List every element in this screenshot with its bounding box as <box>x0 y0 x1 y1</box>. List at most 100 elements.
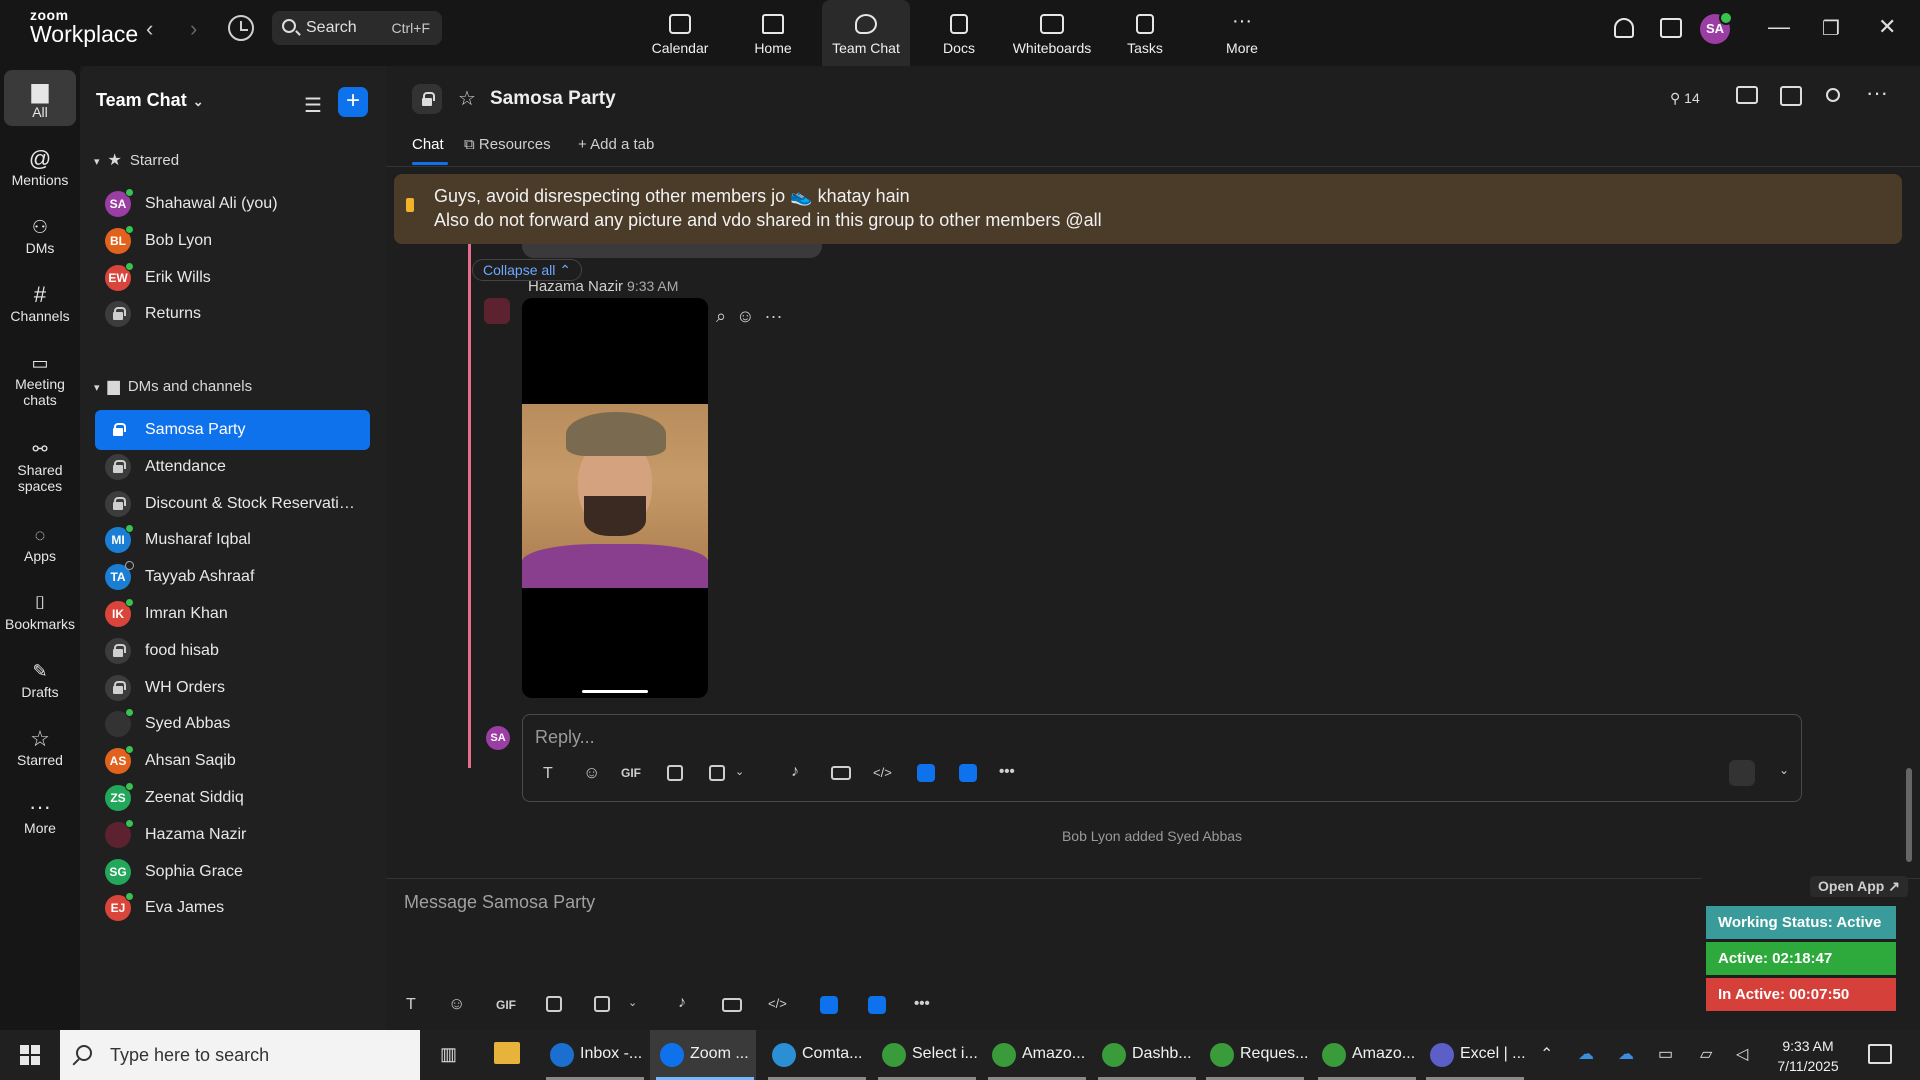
more-icon[interactable]: ··· <box>765 306 783 326</box>
sidebar-item-syed-abbas[interactable]: Syed Abbas <box>95 704 370 744</box>
emoji-react-icon[interactable]: ☺ <box>736 306 754 326</box>
taskbar-app-3[interactable]: Select i... <box>872 1030 978 1080</box>
sidebar-item-imran-khan[interactable]: IK Imran Khan <box>95 594 370 634</box>
new-chat-button[interactable]: + <box>338 87 368 117</box>
screenshot-icon[interactable] <box>709 765 725 781</box>
taskbar-app-5[interactable]: Dashb... <box>1092 1030 1198 1080</box>
tab-resources[interactable]: ⧉ Resources <box>464 136 551 153</box>
microphone-icon[interactable]: ♪ <box>791 763 799 781</box>
sidebar-item-tayyab-ashraaf[interactable]: TA Tayyab Ashraaf <box>95 557 370 597</box>
rail-drafts[interactable]: ✎ Drafts <box>4 650 76 706</box>
chevron-up-icon[interactable]: ⌃ <box>1540 1044 1553 1064</box>
sidebar-item-bob-lyon[interactable]: BL Bob Lyon <box>95 221 370 261</box>
pinned-message-banner[interactable]: Guys, avoid disrespecting other members … <box>394 174 1902 244</box>
sidebar-item-eva-james[interactable]: EJ Eva James <box>95 888 370 928</box>
rail-meeting-chats[interactable]: ▭ Meeting chats <box>4 342 76 414</box>
search-icon[interactable] <box>1826 88 1840 102</box>
taskbar-app-0[interactable]: Inbox -... <box>540 1030 646 1080</box>
back-arrow-icon[interactable]: ‹ <box>146 16 153 42</box>
reply-box[interactable]: Reply... T ☺ GIF ⌄ ♪ </> ••• ⌄ <box>522 714 1802 802</box>
app-icon[interactable] <box>917 764 935 782</box>
taskbar-app-4[interactable]: Amazo... <box>982 1030 1088 1080</box>
gif-button[interactable]: GIF <box>496 998 516 1012</box>
code-icon[interactable]: </> <box>873 765 892 780</box>
nav-calendar[interactable]: Calendar <box>636 0 724 66</box>
previous-image-bottom[interactable] <box>522 244 822 258</box>
rail-apps[interactable]: ◌ Apps <box>4 514 76 570</box>
section-dms-and-channels[interactable]: ▾ ▆ DMs and channels <box>94 376 252 396</box>
message-input[interactable]: Message Samosa Party <box>404 892 595 913</box>
video-message-icon[interactable] <box>722 998 742 1012</box>
notification-icon[interactable] <box>1868 1044 1892 1064</box>
more-icon[interactable]: ··· <box>1866 80 1888 106</box>
nav-team-chat[interactable]: Team Chat <box>822 0 910 66</box>
microphone-icon[interactable]: ♪ <box>678 994 686 1012</box>
bell-icon[interactable] <box>1614 18 1634 38</box>
rail-more[interactable]: ··· More <box>4 786 76 842</box>
sidebar-item-food-hisab[interactable]: food hisab <box>95 631 370 671</box>
file-icon[interactable] <box>667 765 683 781</box>
nav-docs[interactable]: Docs <box>915 0 1003 66</box>
taskbar-search[interactable]: Type here to search <box>60 1030 420 1080</box>
rail-all[interactable]: ▆ All <box>4 70 76 126</box>
channel-title[interactable]: Samosa Party <box>490 88 616 110</box>
more-icon[interactable]: ••• <box>914 995 930 1012</box>
user-avatar[interactable]: SA <box>1700 11 1733 44</box>
video-icon[interactable] <box>1736 86 1758 104</box>
task-view-icon[interactable]: ▥ <box>440 1044 457 1065</box>
nav-whiteboards[interactable]: Whiteboards <box>1008 0 1096 66</box>
sidebar-item-musharaf-iqbal[interactable]: MI Musharaf Iqbal <box>95 520 370 560</box>
sidebar-item-discount-stock-reservatio[interactable]: Discount & Stock Reservatio... <box>95 484 370 524</box>
gif-button[interactable]: GIF <box>621 766 641 780</box>
tab-add[interactable]: + Add a tab <box>578 136 654 153</box>
sidebar-item-returns[interactable]: Returns <box>95 294 370 334</box>
chevron-down-icon[interactable]: ⌄ <box>1779 763 1789 777</box>
onedrive-2-icon[interactable]: ☁ <box>1618 1044 1634 1064</box>
text-format-icon[interactable]: T <box>406 996 416 1014</box>
search-box[interactable]: Search Ctrl+F <box>272 11 442 45</box>
taskbar-app-6[interactable]: Reques... <box>1200 1030 1308 1080</box>
rail-starred[interactable]: ☆ Starred <box>4 718 76 774</box>
sidebar-item-ahsan-saqib[interactable]: AS Ahsan Saqib <box>95 741 370 781</box>
emoji-icon[interactable]: ☺ <box>583 763 600 783</box>
app-icon[interactable] <box>820 996 838 1014</box>
battery-icon[interactable]: ▭ <box>1658 1044 1673 1064</box>
sidebar-item-wh-orders[interactable]: WH Orders <box>95 668 370 708</box>
tab-chat[interactable]: Chat <box>412 136 444 153</box>
emoji-icon[interactable]: ☺ <box>448 994 465 1014</box>
sidebar-item-samosa-party[interactable]: Samosa Party <box>95 410 370 450</box>
nav-tasks[interactable]: Tasks <box>1101 0 1189 66</box>
app-2-icon[interactable] <box>868 996 886 1014</box>
sidebar-item-shahawal-ali-you[interactable]: SA Shahawal Ali (you) <box>95 184 370 224</box>
screenshot-icon[interactable] <box>594 996 610 1012</box>
rail-bookmarks[interactable]: ⌷ Bookmarks <box>4 582 76 638</box>
sidebar-item-sophia-grace[interactable]: SG Sophia Grace <box>95 852 370 892</box>
file-explorer-icon[interactable] <box>494 1042 520 1064</box>
taskbar-app-1[interactable]: Zoom ... <box>650 1030 756 1080</box>
file-icon[interactable] <box>546 996 562 1012</box>
restore-icon[interactable]: ❐ <box>1822 16 1840 41</box>
section-starred[interactable]: ▾ ★ Starred <box>94 150 179 170</box>
star-icon[interactable]: ☆ <box>458 86 476 111</box>
forward-arrow-icon[interactable]: › <box>190 16 197 42</box>
open-app-button[interactable]: Open App ↗ <box>1810 876 1908 897</box>
chevron-down-icon[interactable]: ⌄ <box>735 765 744 778</box>
calendar-icon[interactable] <box>1780 86 1802 106</box>
message-sender[interactable]: Hazama Nazir <box>528 278 623 295</box>
sender-avatar[interactable] <box>484 298 510 324</box>
nav-more[interactable]: ··· More <box>1198 0 1286 66</box>
taskbar-app-2[interactable]: Comta... <box>762 1030 868 1080</box>
history-icon[interactable] <box>228 15 254 41</box>
code-icon[interactable]: </> <box>768 996 787 1011</box>
taskbar-clock[interactable]: 9:33 AM 7/11/2025 <box>1760 1036 1856 1076</box>
taskbar-app-8[interactable]: Excel | ... <box>1420 1030 1526 1080</box>
rail-mentions[interactable]: @ Mentions <box>4 138 76 194</box>
app-2-icon[interactable] <box>959 764 977 782</box>
more-icon[interactable]: ••• <box>999 763 1015 780</box>
calendar-today-icon[interactable] <box>1660 18 1682 38</box>
rail-dms[interactable]: ⚇ DMs <box>4 206 76 262</box>
onedrive-icon[interactable]: ☁ <box>1578 1044 1594 1064</box>
rail-channels[interactable]: # Channels <box>4 274 76 330</box>
sidebar-title[interactable]: Team Chat ⌄ <box>96 90 204 111</box>
video-message-icon[interactable] <box>831 766 851 780</box>
